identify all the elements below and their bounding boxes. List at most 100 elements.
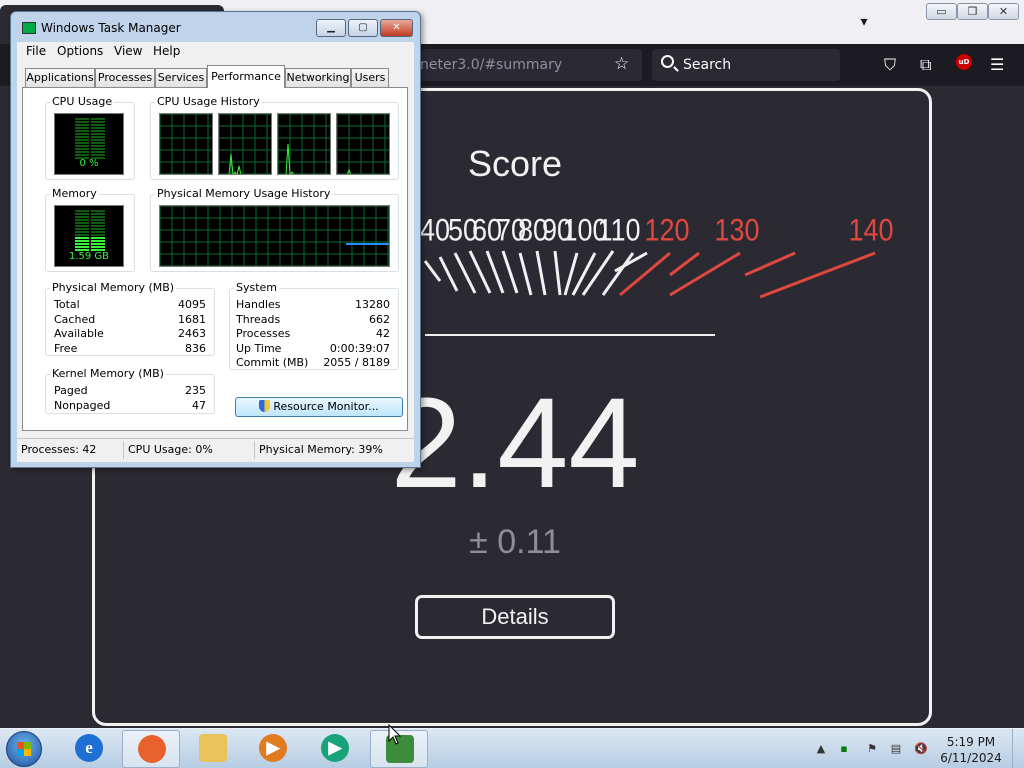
gauge-tick-white-0 [423,260,442,282]
action-center-flag-icon[interactable]: ⚑ [866,743,878,755]
browser-close-button[interactable]: ✕ [988,3,1019,20]
taskbar: e ▶ ▶ ▲ ▪ ⚑ ▤ 🔇 5:19 PM 6/11/2024 [0,728,1024,768]
cpu-history-graph-core-2 [218,113,272,175]
tab-performance[interactable]: Performance [207,65,285,88]
menu-help[interactable]: Help [153,44,180,58]
status-cpu-usage: CPU Usage: 0% [128,443,213,456]
taskbar-firefox-button[interactable] [122,730,180,768]
tray-app-icon[interactable]: ▪ [838,743,850,755]
gauge-tick-white-8 [553,250,562,296]
browser-restore-button[interactable]: ❐ [957,3,988,20]
search-input[interactable]: Search [683,57,731,73]
taskbar-internet-explorer-button[interactable]: e [60,730,118,768]
task-manager-app-icon [22,22,36,34]
pocket-icon[interactable]: ⛉ [884,56,896,74]
memory-value: 1.59 GB [68,251,110,262]
task-manager-maximize-button[interactable]: ▢ [348,19,378,37]
gauge-tick-white-5 [501,250,519,294]
menu-file[interactable]: File [26,44,46,58]
start-button[interactable] [6,731,42,767]
tab-services[interactable]: Services [155,68,207,87]
volume-muted-icon[interactable]: 🔇 [914,743,928,755]
firefox-icon [138,735,166,763]
kernel-memory-paged-row: Paged 235 [54,384,206,397]
physical-memory-total-row: Total 4095 [54,298,206,311]
gauge-tick-white-1 [438,256,459,292]
status-physical-memory: Physical Memory: 39% [259,443,383,456]
browser-minimize-button[interactable]: ▭ [926,3,957,20]
bookmark-star-icon[interactable]: ☆ [614,54,629,74]
system-group: System Handles 13280 Threads 662 Processes… [229,281,399,370]
gauge-tick-red-1 [669,251,700,277]
tray-show-hidden-icon[interactable]: ▲ [815,743,827,755]
search-bar[interactable]: Search [652,49,840,81]
task-manager-client: File Options View Help Applications Proc… [17,42,414,462]
gauge-tick-white-2 [453,252,477,294]
physical-memory-history-label: Physical Memory Usage History [155,187,333,200]
memory-meter: 1.59 GB [54,205,124,267]
cpu-usage-meter: 0 % [54,113,124,175]
gauge-label-110: 110 [597,214,640,248]
cpu-usage-label: CPU Usage [50,95,115,108]
task-manager-menubar: File Options View Help [17,42,414,60]
status-processes: Processes: 42 [21,443,97,456]
memory-label: Memory [50,187,99,200]
ublock-origin-icon[interactable]: uD [956,54,972,70]
show-desktop-button[interactable] [1012,729,1024,768]
cpu-history-graph-core-1 [159,113,213,175]
kernel-memory-group: Kernel Memory (MB) Paged 235 Nonpaged 47 [45,367,215,414]
gauge-tick-white-7 [535,250,547,296]
windows-logo-icon [17,742,31,756]
taskbar-media-player-button[interactable]: ▶ [244,730,302,768]
network-icon[interactable]: ▤ [890,743,902,755]
kernel-memory-label: Kernel Memory (MB) [50,367,166,380]
task-manager-minimize-button[interactable]: ▁ [316,19,346,37]
search-icon [661,55,674,68]
performance-panel: Performance CPU Usage 0 % CPU Usage Hist… [22,65,408,431]
menu-view[interactable]: View [114,44,142,58]
task-manager-statusbar: Processes: 42 CPU Usage: 0% Physical Mem… [17,438,414,460]
cpu-history-graph-core-4 [336,113,390,175]
physical-memory-available-row: Available 2463 [54,327,206,340]
task-manager-close-button[interactable]: ✕ [380,19,413,37]
extensions-icon[interactable]: ⧉ [920,56,931,74]
gauge-label-40: 40 [420,214,450,248]
menu-options[interactable]: Options [57,44,103,58]
mouse-cursor-icon [388,724,402,745]
cpu-usage-group: CPU Usage 0 % [45,95,135,180]
gauge-labels: 405060708090100110 120 130 140 [420,214,894,248]
url-text[interactable]: neter3.0/#summary [420,57,562,73]
gauge-tick-red-3 [744,251,796,277]
tab-processes[interactable]: Processes [95,68,155,87]
system-handles-row: Handles 13280 [236,298,390,311]
gauge-tick-red-2 [669,251,741,297]
gauge-label-120: 120 [644,214,689,248]
taskbar-generic-app-button[interactable]: ▶ [306,730,364,768]
task-manager-title: Windows Task Manager [41,21,181,35]
list-all-tabs-chevron-icon[interactable]: ▾ [852,10,876,34]
tab-networking[interactable]: Networking [285,68,351,87]
system-label: System [234,281,280,294]
tab-applications[interactable]: Applications [25,68,95,87]
internet-explorer-icon: e [75,734,103,762]
uac-shield-icon [259,400,271,412]
details-button[interactable]: Details [415,595,615,639]
kernel-memory-nonpaged-row: Nonpaged 47 [54,399,206,412]
gauge-label-130: 130 [714,214,759,248]
resource-monitor-label: Resource Monitor... [273,400,379,413]
gauge-ticks [423,250,876,299]
gauge-label-140: 140 [848,214,893,248]
taskbar-file-explorer-button[interactable] [184,730,242,768]
system-threads-row: Threads 662 [236,313,390,326]
physical-memory-label: Physical Memory (MB) [50,281,177,294]
taskbar-clock[interactable]: 5:19 PM 6/11/2024 [938,734,1004,766]
gauge-tick-white-6 [518,252,533,296]
file-explorer-icon [199,734,227,762]
tab-users[interactable]: Users [351,68,389,87]
physical-memory-history-group: Physical Memory Usage History [150,187,399,272]
system-processes-row: Processes 42 [236,327,390,340]
app-menu-icon[interactable]: ☰ [990,56,1004,74]
clock-time: 5:19 PM [946,735,996,749]
resource-monitor-button[interactable]: Resource Monitor... [235,397,403,417]
memory-group: Memory 1.59 GB [45,187,135,272]
